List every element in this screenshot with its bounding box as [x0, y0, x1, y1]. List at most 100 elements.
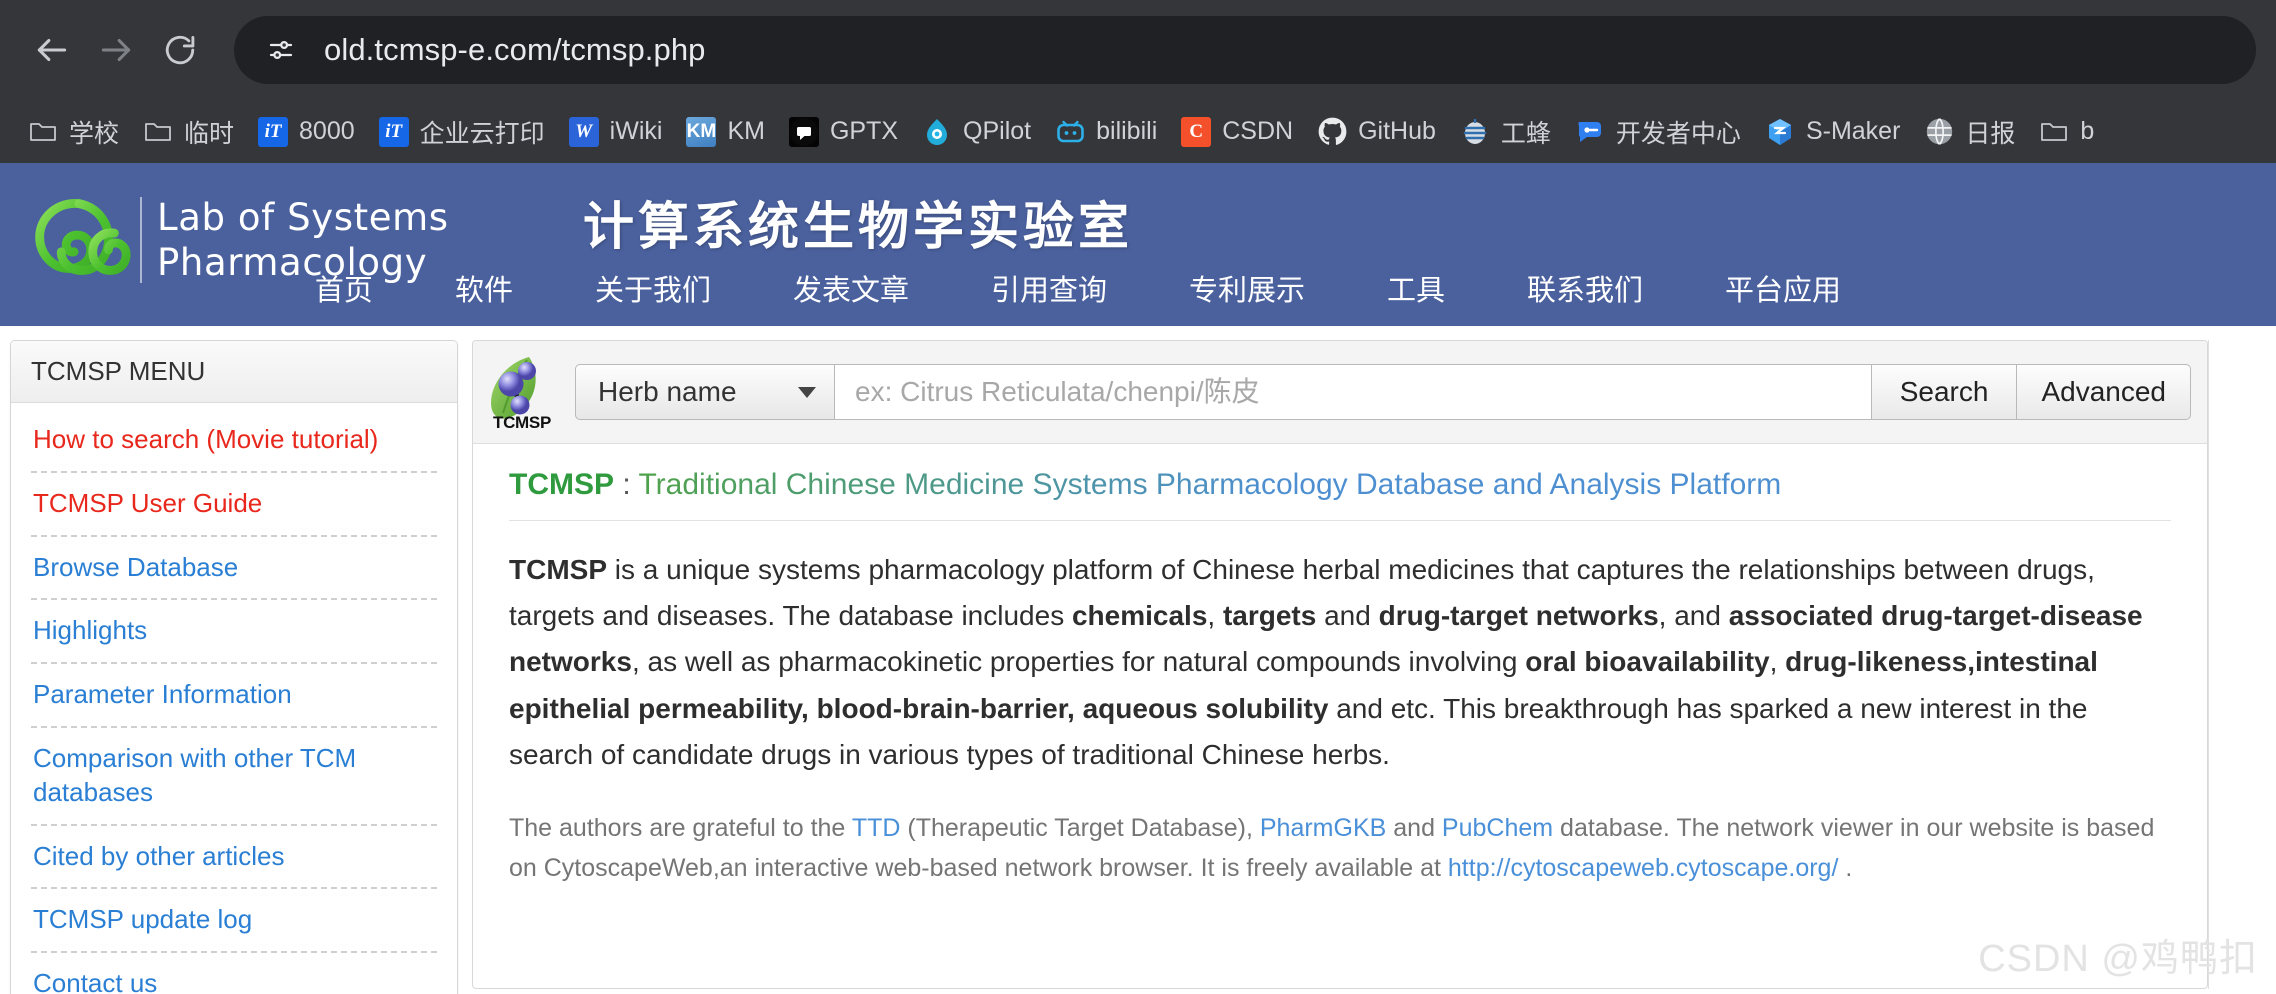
folder-icon — [2039, 117, 2069, 147]
bilibili-tv-icon — [1055, 117, 1085, 147]
site-header: Lab of Systems Pharmacology 计算系统生物学实验室 首… — [0, 163, 2276, 326]
bookmark-item[interactable]: iT 8000 — [246, 108, 367, 156]
bookmark-label: 8000 — [299, 117, 355, 145]
bookmark-label: b — [2080, 117, 2095, 145]
nav-item-3[interactable]: 发表文章 — [793, 261, 909, 315]
bookmark-item[interactable]: WiWiki — [557, 108, 675, 156]
bookmark-label: 学校 — [69, 119, 120, 148]
bookmark-item[interactable]: S-Maker — [1753, 108, 1912, 156]
nav-item-7[interactable]: 联系我们 — [1527, 261, 1643, 315]
search-category-value: Herb name — [598, 376, 737, 407]
nav-item-6[interactable]: 工具 — [1387, 261, 1445, 315]
credits-text-2: (Therapeutic Target Database), — [900, 813, 1260, 842]
tcmsp-logo-caption: TCMSP — [492, 413, 551, 432]
intro-bold-chemicals: chemicals — [1071, 600, 1208, 632]
intro-text-3: and — [1316, 600, 1379, 632]
browser-chrome: old.tcmsp-e.com/tcmsp.php 学校 临时 iT 8000 iT 企业… — [0, 0, 2276, 163]
intro-bold-drug-target-networks: drug-target networks — [1378, 600, 1659, 632]
sidebar-item-3[interactable]: Highlights — [31, 600, 437, 665]
search-input[interactable] — [835, 364, 1872, 420]
sidebar-item-4[interactable]: Parameter Information — [31, 664, 437, 728]
sidebar-item-6[interactable]: Cited by other articles — [31, 826, 437, 890]
address-bar-url: old.tcmsp-e.com/tcmsp.php — [324, 32, 706, 67]
content-heading: TCMSP : Traditional Chinese Medicine Sys… — [509, 468, 2171, 521]
credits-paragraph: The authors are grateful to the TTD (The… — [509, 808, 2171, 889]
bookmark-item[interactable]: QPilot — [910, 108, 1043, 156]
intro-bold-targets: targets — [1222, 600, 1317, 632]
forward-button[interactable] — [84, 18, 148, 82]
sidebar-item-0[interactable]: How to search (Movie tutorial) — [31, 409, 437, 473]
sidebar-item-8[interactable]: Contact us — [31, 953, 437, 994]
sidebar-item-7[interactable]: TCMSP update log — [31, 889, 437, 954]
nav-item-2[interactable]: 关于我们 — [595, 261, 711, 315]
bookmark-item[interactable]: C CSDN — [1169, 108, 1305, 156]
intro-text-6: , — [1769, 646, 1786, 678]
forward-arrow-icon — [97, 31, 135, 69]
bookmark-item[interactable]: bilibili — [1043, 108, 1169, 156]
pharmgkb-link[interactable]: PharmGKB — [1260, 814, 1386, 842]
search-category-select[interactable]: Herb name — [575, 364, 835, 420]
search-bar: TCMSP Herb name Search Advanced — [473, 341, 2207, 444]
bookmark-item[interactable]: 临时 — [131, 108, 246, 156]
advanced-search-button[interactable]: Advanced — [2017, 364, 2191, 420]
reload-button[interactable] — [148, 18, 212, 82]
site-settings-icon[interactable] — [260, 29, 302, 71]
globe-icon — [1924, 117, 1954, 147]
heading-separator: : — [614, 468, 639, 501]
back-arrow-icon — [33, 31, 71, 69]
cytoscapeweb-link[interactable]: http://cytoscapeweb.cytoscape.org/ — [1448, 854, 1839, 882]
bookmark-item[interactable]: 工蜂 — [1448, 108, 1563, 156]
bookmark-label: S-Maker — [1805, 117, 1901, 145]
browser-toolbar: old.tcmsp-e.com/tcmsp.php — [0, 0, 2276, 100]
bookmark-item[interactable]: 开发者中心 — [1563, 108, 1753, 156]
bookmark-label: GitHub — [1358, 117, 1436, 145]
bookmark-label: CSDN — [1222, 117, 1294, 145]
intro-text-4: , and — [1658, 600, 1729, 632]
site-navigation: 首页 软件 关于我们 发表文章 引用查询 专利展示 工具 联系我们 平台应用 — [0, 261, 2276, 315]
qpilot-icon — [922, 117, 952, 147]
heading-keyword: TCMSP — [509, 468, 614, 501]
sidebar-item-1[interactable]: TCMSP User Guide — [31, 473, 437, 537]
bookmark-item[interactable]: b — [2027, 108, 2106, 156]
bookmark-item[interactable]: GPTX — [777, 108, 910, 156]
back-button[interactable] — [20, 18, 84, 82]
bookmark-item[interactable]: iT 企业云打印 — [367, 108, 557, 156]
address-bar[interactable]: old.tcmsp-e.com/tcmsp.php — [234, 16, 2256, 84]
developer-center-icon — [1575, 117, 1605, 147]
search-button[interactable]: Search — [1871, 364, 2018, 420]
credits-text-1: The authors are grateful to the — [509, 813, 852, 842]
bookmark-label: GPTX — [829, 117, 899, 145]
km-icon: KM — [686, 116, 717, 147]
it-icon: iT — [258, 116, 289, 147]
nav-item-5[interactable]: 专利展示 — [1189, 261, 1305, 315]
pubchem-link[interactable]: PubChem — [1442, 814, 1553, 842]
bookmarks-bar: 学校 临时 iT 8000 iT 企业云打印 WiWiki KM KM GPTX QPilot bil… — [0, 100, 2276, 163]
content-area: TCMSP : Traditional Chinese Medicine Sys… — [473, 444, 2207, 988]
right-rail — [2208, 340, 2266, 989]
bookmark-item[interactable]: KM KM — [674, 108, 777, 156]
sidebar-item-2[interactable]: Browse Database — [31, 537, 437, 601]
folder-icon — [28, 117, 58, 147]
tcmsp-molecule-leaf-icon[interactable]: TCMSP — [485, 353, 559, 432]
ttd-link[interactable]: TTD — [852, 814, 901, 842]
sidebar-item-5[interactable]: Comparison with other TCM databases — [31, 728, 437, 826]
heading-subtitle: Traditional Chinese Medicine Systems Pha… — [638, 468, 1782, 501]
csdn-icon: C — [1181, 116, 1212, 147]
nav-item-0[interactable]: 首页 — [315, 261, 373, 315]
bookmark-label: 临时 — [184, 119, 235, 148]
nav-item-1[interactable]: 软件 — [455, 261, 513, 315]
bookmark-label: 工蜂 — [1500, 119, 1551, 148]
bookmark-item[interactable]: GitHub — [1305, 108, 1448, 156]
sidebar-menu: How to search (Movie tutorial) TCMSP User… — [11, 403, 457, 994]
nav-item-4[interactable]: 引用查询 — [991, 261, 1107, 315]
nav-item-8[interactable]: 平台应用 — [1725, 261, 1841, 315]
bookmark-item[interactable]: 日报 — [1912, 108, 2027, 156]
bookmark-label: 日报 — [1965, 119, 2016, 148]
github-icon — [1317, 117, 1347, 147]
page-title: 计算系统生物学实验室 — [582, 198, 1133, 257]
bookmark-item[interactable]: 学校 — [16, 108, 131, 156]
bookmark-label: bilibili — [1096, 117, 1158, 145]
intro-text-5: , as well as pharmacokinetic properties … — [631, 646, 1526, 678]
chat-bubble-icon — [788, 116, 819, 147]
page-root: old.tcmsp-e.com/tcmsp.php 学校 临时 iT 8000 iT 企业… — [0, 0, 2276, 994]
